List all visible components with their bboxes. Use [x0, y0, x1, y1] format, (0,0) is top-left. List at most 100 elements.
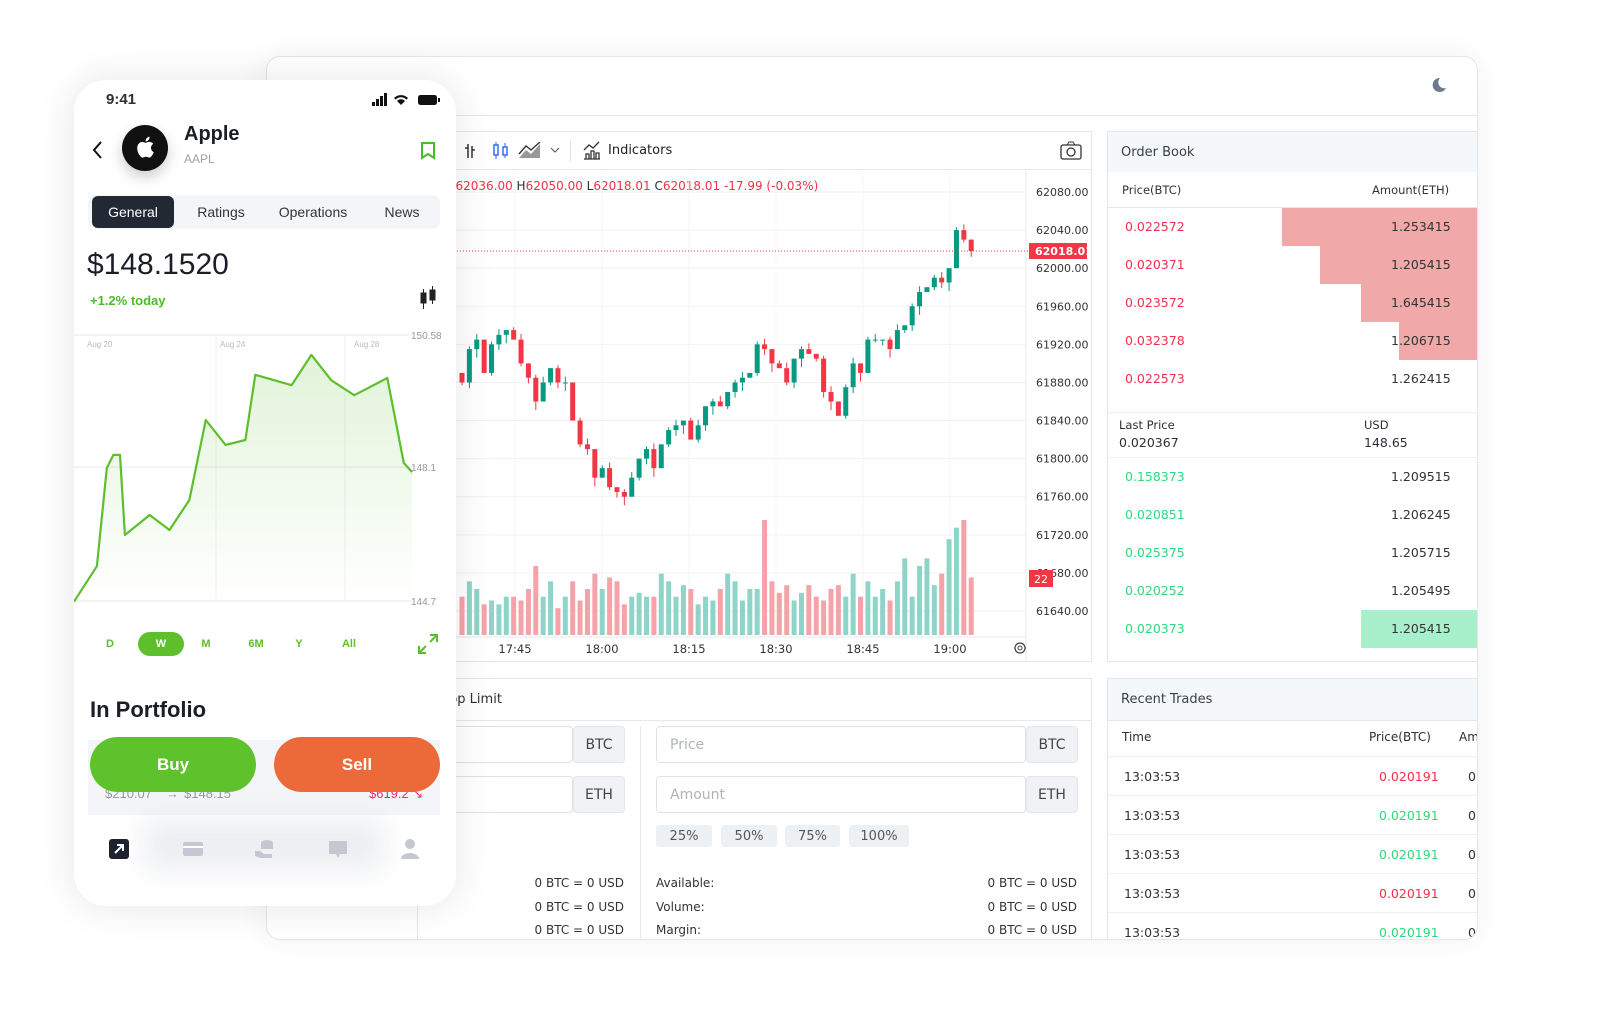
- volume-bar: [658, 573, 664, 635]
- settings-gear-icon[interactable]: [1012, 640, 1028, 656]
- price-tick: 61840.00: [1036, 415, 1089, 428]
- percent-50-button[interactable]: 50%: [721, 825, 777, 847]
- candle-body: [703, 406, 709, 426]
- price-tick: 61800.00: [1036, 453, 1089, 466]
- range-y-button[interactable]: Y: [276, 632, 322, 656]
- col-amount: Amount(ETH): [1372, 183, 1450, 197]
- percent-25-button[interactable]: 25%: [656, 825, 712, 847]
- coins-icon[interactable]: [254, 838, 276, 860]
- tab-general[interactable]: General: [92, 196, 174, 228]
- volume-bar: [503, 596, 509, 635]
- candle-body: [865, 339, 871, 373]
- volume-bar: [636, 592, 642, 635]
- trade-icon[interactable]: [108, 838, 130, 860]
- price-tick: 61920.00: [1036, 338, 1089, 351]
- tab-operations[interactable]: Operations: [268, 196, 358, 228]
- volume-bar: [835, 585, 841, 635]
- col-price: Price(BTC): [1122, 183, 1182, 197]
- order-book-panel: Order Book Price(BTC) Amount(ETH) 0.0225…: [1107, 131, 1477, 662]
- candle-body: [673, 425, 679, 431]
- chart-panel: Indicators O62036.00 H62050.00 L62018.01…: [417, 131, 1092, 662]
- price-tick: 61720.00: [1036, 529, 1089, 542]
- order-type-tabs: Stop Limit: [418, 679, 1091, 721]
- candle-body: [592, 449, 598, 478]
- range-m-button[interactable]: M: [183, 632, 229, 656]
- candlestick-toggle-icon[interactable]: [419, 285, 437, 311]
- sell-button[interactable]: Sell: [274, 737, 440, 792]
- expand-icon[interactable]: [417, 633, 439, 655]
- candle-body: [769, 349, 775, 364]
- ask-row[interactable]: 0.023572 1.645415: [1108, 284, 1477, 322]
- range-all-button[interactable]: All: [326, 632, 372, 656]
- chat-icon[interactable]: [327, 838, 349, 860]
- margin-label: Margin:: [656, 923, 702, 937]
- buy-button[interactable]: Buy: [90, 737, 256, 792]
- bid-row[interactable]: 0.020252 1.205495: [1108, 572, 1477, 610]
- status-icons: [372, 93, 440, 106]
- moon-icon[interactable]: [1429, 76, 1447, 94]
- profile-icon[interactable]: [399, 838, 421, 860]
- col-time: Time: [1122, 730, 1152, 744]
- trade-row: 13:03:53 0.020191 0.: [1108, 835, 1477, 874]
- volume-bar: [562, 596, 568, 635]
- bid-row[interactable]: 0.025375 1.205715: [1108, 534, 1477, 572]
- candle-body: [607, 468, 613, 488]
- volume-bar: [747, 589, 753, 635]
- status-time: 9:41: [106, 91, 137, 108]
- time-tick: 17:45: [498, 642, 531, 656]
- mobile-app: 9:41 Apple AAPL General Ratings Operatio…: [74, 80, 456, 906]
- bid-amount: 1.205415: [1391, 621, 1451, 636]
- candle-body: [872, 339, 878, 341]
- volume-bar: [496, 604, 502, 635]
- volume-bar: [629, 596, 635, 635]
- back-chevron-icon[interactable]: [91, 140, 103, 160]
- candle-body: [968, 239, 974, 252]
- trade-time: 13:03:53: [1124, 886, 1181, 901]
- ask-row[interactable]: 0.032378 1.206715: [1108, 322, 1477, 360]
- ask-row[interactable]: 0.020371 1.205415: [1108, 246, 1477, 284]
- candle-body: [562, 382, 568, 384]
- range-d-button[interactable]: D: [87, 632, 133, 656]
- volume-bar: [666, 581, 672, 635]
- volume-bar: [961, 520, 967, 635]
- candle-body: [784, 368, 790, 383]
- last-price-box: Last Price 0.020367 USD 148.65: [1108, 412, 1477, 458]
- candle-body: [710, 401, 716, 407]
- ask-price: 0.020371: [1125, 257, 1185, 272]
- candle-body: [629, 477, 635, 497]
- tab-news[interactable]: News: [372, 196, 432, 228]
- range-6m-button[interactable]: 6M: [233, 632, 279, 656]
- tab-ratings[interactable]: Ratings: [188, 196, 254, 228]
- price-line-chart[interactable]: 150.58 148.1 144.7 Aug 20 Aug 24 Aug 28: [74, 330, 456, 610]
- price-tick: 61760.00: [1036, 491, 1089, 504]
- bookmark-icon[interactable]: [420, 141, 436, 160]
- candle-body: [584, 444, 590, 450]
- bid-row[interactable]: 0.158373 1.209515: [1108, 458, 1477, 496]
- card-icon[interactable]: [182, 838, 204, 860]
- bid-amount: 1.206245: [1391, 507, 1451, 522]
- candlestick-chart[interactable]: 62080.00 62040.00 62000.00 61960.00 61920.00…: [418, 132, 1092, 662]
- ask-row[interactable]: 0.022573 1.262415: [1108, 360, 1477, 398]
- ask-row[interactable]: 0.022572 1.253415: [1108, 208, 1477, 246]
- ask-price: 0.032378: [1125, 333, 1185, 348]
- volume-bar: [688, 589, 694, 635]
- price-input[interactable]: Price: [656, 726, 1026, 763]
- price-tick: 62000.00: [1036, 262, 1089, 275]
- trade-price: 0.020191: [1379, 769, 1439, 784]
- amount-suffix: ETH: [1026, 776, 1078, 813]
- volume-bar: [953, 527, 959, 635]
- volume-bar: [968, 577, 974, 635]
- amount-input[interactable]: Amount: [656, 776, 1026, 813]
- percent-75-button[interactable]: 75%: [785, 825, 840, 847]
- bid-row[interactable]: 0.020851 1.206245: [1108, 496, 1477, 534]
- volume-bar: [703, 596, 709, 635]
- bid-row[interactable]: 0.020373 1.205415: [1108, 610, 1477, 648]
- candle-body: [658, 444, 664, 469]
- candle-body: [621, 491, 627, 497]
- percent-100-button[interactable]: 100%: [849, 825, 909, 847]
- ask-amount: 1.205415: [1391, 257, 1451, 272]
- volume-bar: [607, 577, 613, 635]
- price-tick: 62080.00: [1036, 186, 1089, 199]
- range-w-button[interactable]: W: [138, 632, 184, 656]
- price-change: +1.2% today: [90, 293, 166, 308]
